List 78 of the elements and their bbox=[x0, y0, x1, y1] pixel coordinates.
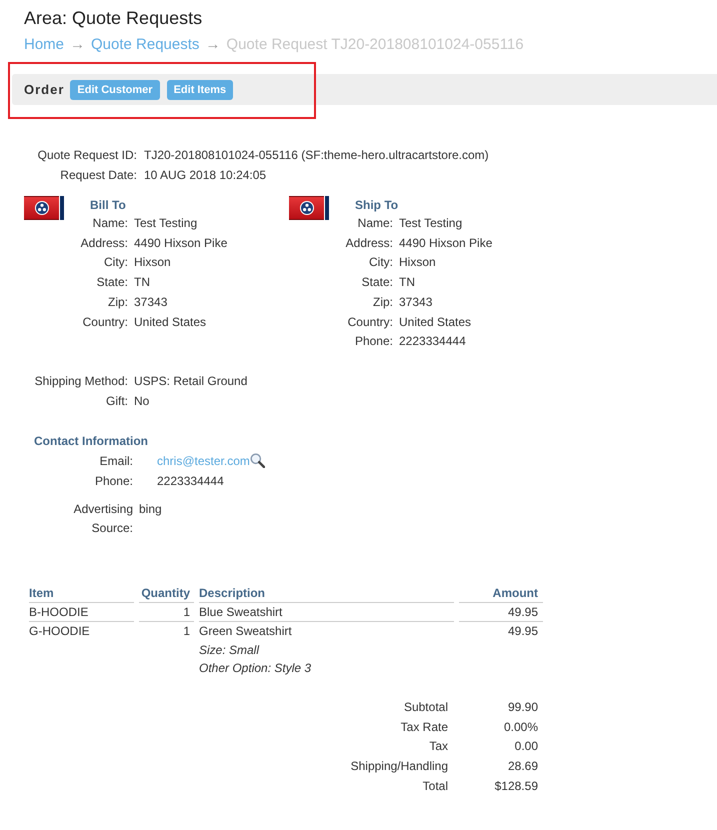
column-header: Description bbox=[199, 584, 266, 602]
breadcrumb-separator: → bbox=[205, 35, 220, 55]
field-value: United States bbox=[399, 314, 472, 331]
total-value: 28.69 bbox=[506, 758, 539, 776]
field-label: Gift: bbox=[104, 392, 128, 410]
field-label: City: bbox=[103, 254, 128, 272]
field-value: Hixson bbox=[134, 254, 171, 272]
field-value: 2223334444 bbox=[399, 333, 466, 350]
field-label: Shipping Method: bbox=[34, 372, 128, 390]
toolbar-label: Order bbox=[24, 80, 64, 99]
field-label: Name: bbox=[92, 215, 128, 232]
table-cell-text: 1 bbox=[182, 604, 191, 621]
total-label: Shipping/Handling bbox=[350, 758, 448, 776]
breadcrumb-separator: → bbox=[70, 35, 86, 55]
table-cell-text: 49.95 bbox=[506, 604, 539, 621]
field-value: 4490 Hixson Pike bbox=[134, 234, 228, 252]
field-value: TN bbox=[134, 274, 150, 292]
field-label: Quote Request ID: bbox=[36, 147, 137, 164]
breadcrumb-link[interactable]: Quote Requests bbox=[91, 35, 200, 55]
field-value: 37343 bbox=[399, 294, 432, 311]
field-value: 4490 Hixson Pike bbox=[399, 234, 492, 252]
field-label: Address: bbox=[344, 234, 393, 252]
field-label: Zip: bbox=[372, 294, 393, 311]
field-label: Zip: bbox=[106, 294, 128, 311]
field-label: Phone: bbox=[94, 472, 133, 490]
email-link[interactable]: chris@tester.com bbox=[157, 452, 250, 470]
column-header: Quantity bbox=[140, 584, 191, 602]
total-value: 99.90 bbox=[506, 698, 539, 716]
field-label: Name: bbox=[356, 215, 393, 232]
total-label: Tax Rate bbox=[400, 718, 448, 736]
field-value: Hixson bbox=[399, 254, 436, 272]
field-value: 2223334444 bbox=[157, 472, 224, 490]
field-label: Country: bbox=[346, 314, 393, 331]
field-value: TJ20-201808101024-055116 (SF:theme-hero.ultracartstore.com) bbox=[144, 147, 489, 164]
total-label: Tax bbox=[428, 738, 448, 756]
field-label: State: bbox=[96, 274, 128, 292]
total-value: 0.00% bbox=[502, 718, 539, 736]
item-option: Size: Small bbox=[199, 640, 260, 660]
field-value: 10 AUG 2018 10:24:05 bbox=[144, 167, 266, 184]
field-label: City: bbox=[368, 254, 393, 272]
section-heading: Ship To bbox=[355, 197, 398, 214]
total-value: 0.00 bbox=[514, 738, 539, 756]
section-heading: Contact Information bbox=[34, 432, 148, 450]
column-header: Amount bbox=[492, 584, 539, 602]
total-label: Subtotal bbox=[402, 698, 448, 716]
field-value: United States bbox=[134, 314, 206, 331]
page-title: Area: Quote Requests bbox=[24, 7, 202, 29]
item-option: Other Option: Style 3 bbox=[199, 659, 312, 678]
field-label: Country: bbox=[82, 314, 128, 331]
field-label: Email: bbox=[98, 452, 133, 470]
section-heading: Bill To bbox=[90, 197, 126, 214]
table-cell-text: 49.95 bbox=[506, 623, 539, 640]
table-cell-text: Green Sweatshirt bbox=[199, 623, 292, 640]
total-label: Total bbox=[422, 778, 448, 795]
field-label: State: bbox=[360, 274, 393, 292]
flag-icon bbox=[24, 196, 64, 220]
field-value: bing bbox=[139, 500, 162, 518]
table-cell-text: G-HOODIE bbox=[29, 623, 91, 640]
toolbar-button[interactable]: Edit Items bbox=[166, 80, 234, 100]
flag-icon bbox=[289, 196, 329, 220]
field-value: TN bbox=[399, 274, 415, 292]
field-value: No bbox=[134, 392, 150, 410]
table-cell-text: Blue Sweatshirt bbox=[199, 604, 282, 621]
field-label: Request Date: bbox=[59, 167, 137, 184]
field-label: Address: bbox=[80, 234, 128, 252]
field-label: Advertising Source: bbox=[72, 500, 133, 538]
search-icon[interactable] bbox=[250, 453, 265, 468]
field-label: Phone: bbox=[354, 333, 393, 350]
total-value: $128.59 bbox=[494, 778, 539, 795]
table-cell-text: B-HOODIE bbox=[29, 604, 90, 621]
table-cell-text: 1 bbox=[182, 623, 191, 640]
column-header: Item bbox=[29, 584, 55, 602]
field-value: Test Testing bbox=[134, 215, 198, 232]
field-value: 37343 bbox=[134, 294, 168, 311]
field-value: USPS: Retail Ground bbox=[134, 372, 248, 390]
toolbar-button[interactable]: Edit Customer bbox=[70, 80, 160, 100]
field-value: Test Testing bbox=[399, 215, 462, 232]
breadcrumb-link[interactable]: Home bbox=[24, 35, 64, 55]
